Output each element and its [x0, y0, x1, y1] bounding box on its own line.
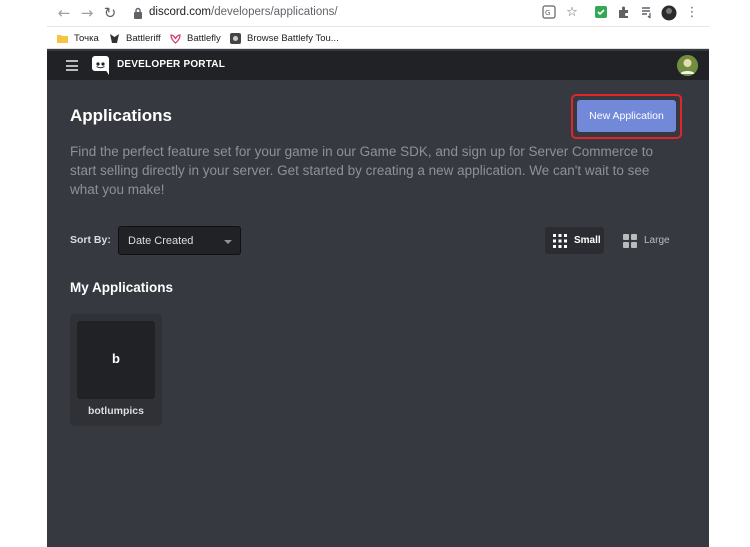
sort-by-select[interactable]: Date Created [118, 226, 241, 255]
portal-header: DEVELOPER PORTAL [47, 51, 709, 80]
bookmark-item[interactable]: Browse Battlefy Tou... [230, 31, 339, 45]
view-large-toggle[interactable]: Large [619, 227, 674, 254]
browser-window: ← → ↻ discord.com/developers/application… [47, 0, 709, 547]
translate-icon[interactable]: G [541, 5, 557, 21]
new-application-button[interactable]: New Application [577, 100, 676, 132]
profile-avatar-icon[interactable] [661, 5, 677, 21]
back-arrow-icon[interactable]: ← [56, 5, 72, 21]
url-path: /developers/applications/ [211, 6, 338, 18]
checkmark-extension-icon[interactable] [593, 5, 609, 21]
battlefy-icon [230, 32, 241, 44]
application-card[interactable]: b botlumpics [70, 314, 162, 426]
star-icon[interactable]: ☆ [564, 5, 580, 21]
user-avatar[interactable] [677, 55, 698, 76]
portal-title: DEVELOPER PORTAL [117, 59, 226, 70]
url-text: discord.com/developers/applications/ [149, 6, 338, 18]
sort-by-label: Sort By: [70, 234, 111, 246]
my-applications-heading: My Applications [70, 280, 174, 295]
url-host: discord.com [149, 6, 211, 18]
page-title: Applications [70, 106, 173, 125]
forward-arrow-icon[interactable]: → [79, 5, 95, 21]
battleriff-icon [110, 33, 119, 43]
bookmark-item[interactable]: Battlefly [170, 31, 221, 45]
menu-kebab-icon[interactable]: ⋮ [684, 5, 700, 21]
application-icon: b [77, 321, 155, 399]
large-grid-icon [623, 234, 637, 248]
bookmark-label: Browse Battlefy Tou... [247, 32, 339, 44]
bookmark-label: Battleriff [126, 32, 161, 44]
svg-text:G: G [545, 9, 550, 17]
reading-list-icon[interactable] [639, 5, 655, 21]
application-icon-letter: b [112, 351, 120, 366]
battlefly-icon [170, 33, 181, 44]
address-bar: ← → ↻ discord.com/developers/application… [47, 0, 709, 27]
lock-icon [134, 7, 142, 19]
bookmark-item[interactable]: Точка [57, 31, 99, 45]
bookmark-label: Точка [74, 32, 99, 44]
page-description: Find the perfect feature set for your ga… [70, 144, 654, 197]
chevron-down-icon [224, 240, 232, 244]
view-large-label: Large [644, 235, 670, 246]
url-field[interactable]: discord.com/developers/applications/ [125, 3, 587, 24]
view-small-toggle[interactable]: Small [545, 227, 604, 254]
reload-icon[interactable]: ↻ [102, 5, 118, 21]
sort-by-value: Date Created [128, 235, 194, 247]
bookmark-label: Battlefly [187, 32, 221, 44]
bookmark-item[interactable]: Battleriff [109, 31, 161, 45]
hamburger-menu-icon[interactable] [66, 60, 78, 71]
view-small-label: Small [574, 235, 601, 246]
application-name: botlumpics [87, 405, 144, 417]
bookmarks-bar: Точка Battleriff Battlefly Browse Battle… [47, 27, 709, 49]
puzzle-extensions-icon[interactable] [616, 5, 632, 21]
discord-logo-icon [92, 56, 109, 75]
folder-icon [57, 34, 68, 43]
small-grid-icon [553, 234, 567, 248]
